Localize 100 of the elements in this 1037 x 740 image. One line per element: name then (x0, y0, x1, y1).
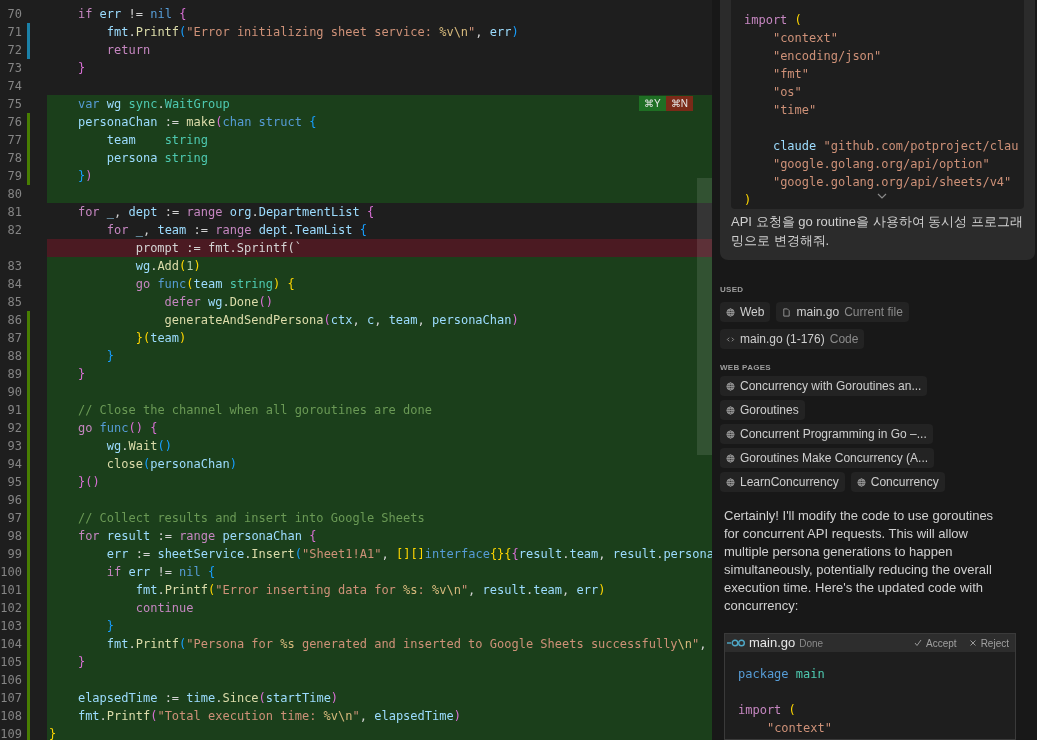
accept-button[interactable]: Accept (910, 635, 961, 651)
section-label: WEB PAGES (720, 363, 772, 373)
line-number: 73 (6, 60, 22, 77)
chip-label: main.go (796, 304, 840, 321)
reject-shortcut-button[interactable]: ⌘N (665, 96, 693, 111)
globe-icon (726, 405, 735, 415)
line-number: 93 (6, 438, 22, 455)
globe-icon (856, 477, 866, 487)
globe-icon (726, 453, 735, 463)
line-number: 95 (6, 474, 22, 491)
context-chip[interactable]: main.go (1-176) Code (720, 329, 865, 349)
line-number: 84 (6, 276, 22, 293)
code-line: return (105, 42, 152, 59)
line-number: 79 (6, 168, 22, 185)
chip-detail: Current file (844, 304, 903, 321)
line-number: 77 (6, 132, 22, 149)
file-name: main.go (749, 634, 796, 653)
globe-icon (726, 477, 735, 487)
code-line: "fmt" (771, 66, 810, 83)
accept-shortcut-button[interactable]: ⌘Y (639, 96, 666, 111)
code-line: import ( (744, 12, 802, 29)
context-chip[interactable]: Concurrency with Goroutines an... (720, 376, 928, 396)
code-line: if err != nil { (76, 6, 188, 23)
line-number: 96 (6, 492, 22, 509)
line-number: 86 (6, 312, 22, 329)
line-number: 78 (6, 150, 22, 167)
code-line: for _, dept := range org.DepartmentList { (76, 204, 376, 221)
line-number: 91 (6, 402, 22, 419)
line-number: 92 (6, 420, 22, 437)
line-number: 85 (6, 294, 22, 311)
line-number: 100 (0, 564, 22, 581)
code-line: "encoding/json" (771, 48, 882, 65)
line-number: 80 (6, 186, 22, 203)
line-number: 72 (6, 42, 22, 59)
check-icon (914, 639, 923, 647)
context-chip[interactable]: Concurrent Programming in Go –... (720, 424, 933, 444)
response-text: Certainly! I'll modify the code to use goroutines for concurrent API requests. This will allow multiple persona generations to happen simultaneously, potentially reducing the overall execution time. Here's the updated code with concurrency: (723, 507, 995, 615)
code-line: "google.golang.org/api/option" (771, 156, 990, 173)
code-line: package main (738, 666, 825, 683)
line-number: 70 (6, 6, 22, 23)
chip-label: Goroutines (740, 402, 799, 419)
line-number: 109 (0, 726, 22, 740)
line-number: 83 (6, 258, 22, 275)
line-number: 104 (0, 636, 22, 653)
line-number: 102 (0, 600, 22, 617)
line-number: 81 (6, 204, 22, 221)
context-chip[interactable]: main.go Current file (776, 302, 909, 322)
code-line: } (76, 60, 87, 77)
line-number: 82 (6, 222, 22, 239)
globe-icon (726, 381, 735, 391)
chip-label: LearnConcurrency (740, 474, 839, 491)
scrollbar-thumb[interactable] (697, 178, 712, 455)
code-icon (726, 334, 735, 344)
chip-label: Web (740, 304, 765, 321)
file-type-icon (727, 639, 745, 647)
context-chip[interactable]: LearnConcurrency (720, 472, 845, 492)
code-line: claude "github.com/potproject/clau (771, 138, 1019, 155)
line-number: 98 (6, 528, 22, 545)
close-icon (968, 639, 977, 647)
line-number: 89 (6, 366, 22, 383)
chip-label: Concurrency (870, 474, 939, 491)
line-number: 107 (0, 690, 22, 707)
context-chip[interactable]: Goroutines (720, 400, 805, 420)
line-number: 87 (6, 330, 22, 347)
document-icon (782, 307, 792, 317)
context-chip[interactable]: Concurrency (850, 472, 945, 492)
line-number: 108 (0, 708, 22, 725)
code-line: ) (744, 192, 752, 209)
context-chip[interactable]: Goroutines Make Concurrency (A... (720, 448, 935, 468)
chip-label: Goroutines Make Concurrency (A... (740, 450, 929, 467)
line-number: 105 (0, 654, 22, 671)
code-line: fmt.Printf("Error initializing sheet service: %v\n", err) (105, 24, 520, 41)
prompt-message: API 요청을 go routine을 사용하여 동시성 프로그래밍으로 변경해줘. (731, 213, 1024, 250)
line-number: 75 (6, 96, 22, 113)
chip-label: Concurrency with Goroutines an... (740, 378, 922, 395)
chip-detail: Code (829, 331, 859, 348)
code-line: "os" (771, 84, 802, 101)
line-number: 97 (6, 510, 22, 527)
code-line: for _, team := range dept.TeamList { (105, 222, 369, 239)
code-line: "context" (765, 720, 832, 737)
chip-label: Concurrent Programming in Go –... (740, 426, 927, 443)
line-number: 101 (0, 582, 22, 599)
line-number: 94 (6, 456, 22, 473)
globe-icon (726, 429, 735, 439)
line-number: 71 (6, 24, 22, 41)
line-number: 106 (0, 672, 22, 689)
chevron-down-icon[interactable] (877, 193, 887, 199)
code-line: import ( (738, 702, 796, 719)
reject-button[interactable]: Reject (964, 635, 1013, 651)
globe-icon (726, 307, 735, 317)
chip-label: main.go (1-176) (740, 331, 825, 348)
context-chip[interactable]: Web (720, 302, 771, 322)
line-number: 88 (6, 348, 22, 365)
line-number: 76 (6, 114, 22, 131)
code-line: "google.golang.org/api/sheets/v4" (771, 174, 1012, 191)
section-label: USED (720, 285, 745, 295)
line-number: 99 (6, 546, 22, 563)
status-label: Done (799, 636, 824, 651)
line-number: 74 (6, 78, 22, 95)
line-number: 103 (0, 618, 22, 635)
